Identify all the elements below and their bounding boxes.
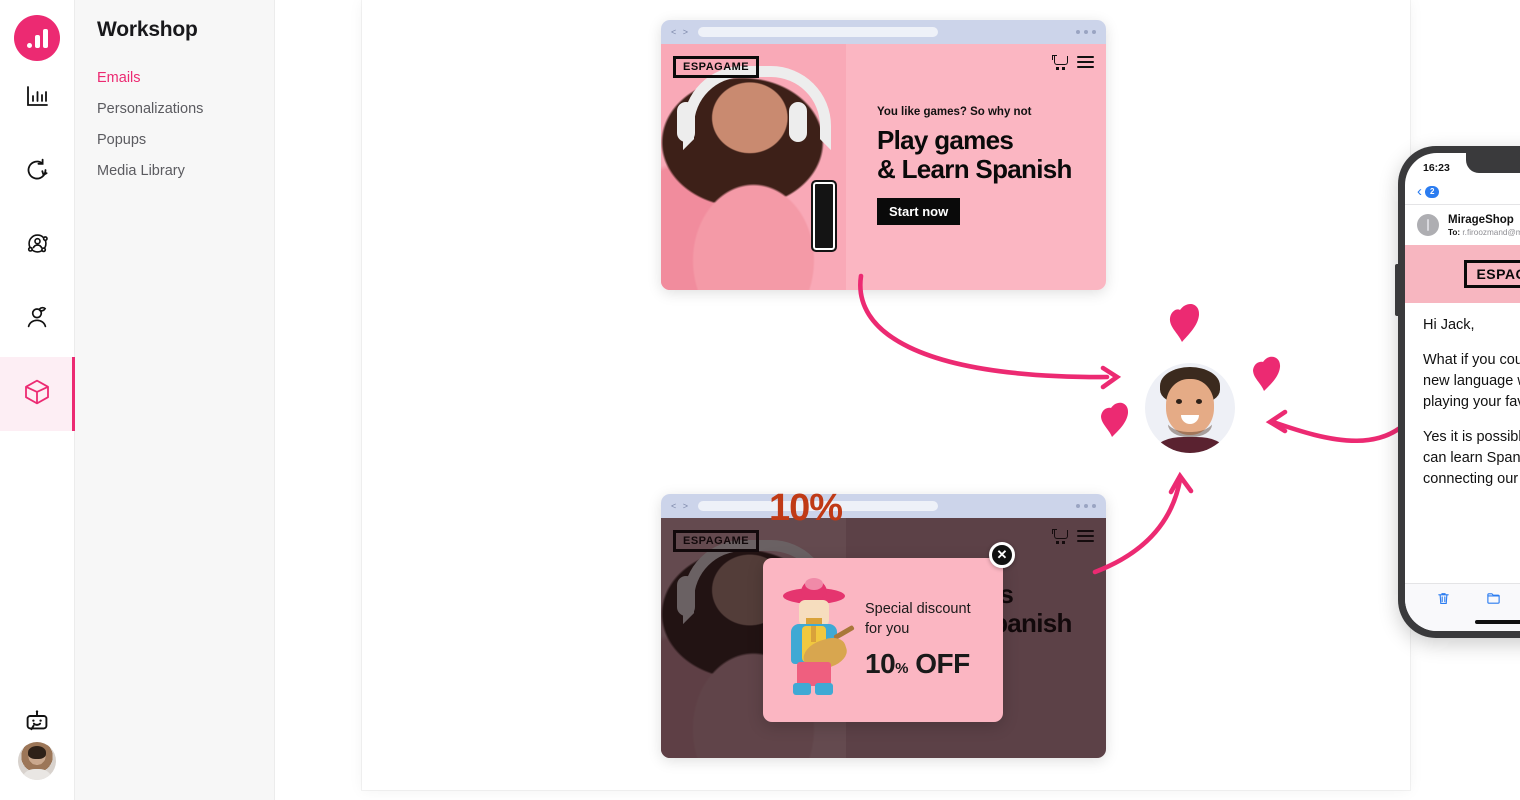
browser-menu-dots-icon[interactable] [1076, 30, 1096, 34]
rail-item-assistant[interactable] [0, 709, 75, 742]
hero-copy: You like games? So why not Play games & … [877, 106, 1106, 226]
popup-line-2: for you [865, 621, 910, 637]
customer-profile-icon [24, 304, 51, 336]
browser-url-bar[interactable] [698, 27, 939, 37]
browser-chrome-bar: < > [661, 20, 1106, 44]
popup-offer-word: OFF [915, 647, 970, 679]
mail-nav-bar: ‹ 2 ^ ⌄ [1405, 179, 1520, 205]
popup-offer-pct: % [895, 659, 908, 677]
rail-item-analytics[interactable] [0, 61, 75, 135]
cart-icon[interactable] [1052, 55, 1068, 69]
phone-mockup[interactable]: 16:23 ‹ 2 ^ ⌄ [1395, 146, 1520, 638]
rail-item-workshop[interactable] [0, 357, 75, 431]
mail-paragraph-2: Yes it is possible. Now you can learn Sp… [1423, 429, 1520, 488]
mail-paragraph-greeting: Hi Jack, [1423, 317, 1475, 333]
avatar[interactable] [18, 742, 56, 780]
recipient-line[interactable]: To: r.firoozmand@me.com › [1448, 228, 1520, 237]
browser-menu-dots-icon-2[interactable] [1076, 504, 1096, 508]
brand-badge: ESPAGAME [673, 56, 760, 78]
brand-logo[interactable] [14, 15, 60, 61]
to-label: To: [1448, 228, 1461, 237]
sidebar-item-personalizations[interactable]: Personalizations [97, 93, 274, 124]
unread-badge[interactable]: 2 [1425, 185, 1440, 198]
phone-notch [1466, 153, 1520, 173]
mail-header: MirageShop To: r.firoozmand@me.com › 8.0… [1405, 205, 1520, 245]
popup-offer-number: 10 [865, 647, 896, 679]
sidebar: Workshop Emails Personalizations Popups … [75, 0, 275, 800]
bar-chart-icon [24, 83, 50, 114]
menu-hamburger-icon-2[interactable] [1077, 530, 1094, 542]
audience-network-icon [24, 230, 51, 262]
sender-info: MirageShop To: r.firoozmand@me.com › [1448, 214, 1520, 237]
recipient-avatar [1145, 363, 1235, 453]
mail-brand-banner: ESPAGAME [1405, 245, 1520, 303]
popup-line-1: Special discount [865, 601, 971, 618]
sidebar-item-media-library[interactable]: Media Library [97, 155, 274, 186]
cube-icon [22, 377, 52, 412]
sender-avatar [1417, 214, 1439, 236]
trash-icon[interactable] [1436, 591, 1451, 606]
popup-copy: Special discount for you 10% OFF [865, 600, 971, 679]
mail-brand-badge: ESPAGAME [1464, 260, 1520, 288]
start-now-button[interactable]: Start now [877, 198, 961, 226]
brand-badge-2: ESPAGAME [673, 530, 760, 552]
artboard: < > ESPAGAME You like games? So why not … [275, 0, 1520, 800]
close-icon[interactable]: ✕ [989, 542, 1015, 568]
folder-icon[interactable] [1486, 591, 1501, 606]
rail-item-audience[interactable] [0, 209, 75, 283]
browser-nav-arrows-icon[interactable]: < > [671, 27, 690, 37]
popup-offer: 10% OFF [865, 648, 971, 680]
page-header-icons-2 [1052, 529, 1094, 543]
robot-icon [23, 709, 51, 742]
canvas-area: < > ESPAGAME You like games? So why not … [275, 0, 1520, 800]
rail-item-automation[interactable] [0, 135, 75, 209]
home-indicator [1405, 613, 1520, 631]
browser-mockup-email[interactable]: < > ESPAGAME You like games? So why not … [661, 20, 1106, 290]
discount-popup[interactable]: ✕ Special discount for you 10% OFF [763, 542, 1015, 722]
sidebar-item-popups[interactable]: Popups [97, 124, 274, 155]
browser-nav-arrows-icon-2[interactable]: < > [671, 501, 690, 511]
model-photo [661, 44, 846, 290]
mariachi-illustration [777, 578, 855, 700]
refresh-cycle-icon [24, 157, 50, 188]
cart-icon-2[interactable] [1052, 529, 1068, 543]
status-time: 16:23 [1423, 162, 1450, 174]
back-icon[interactable]: ‹ [1417, 184, 1422, 199]
rail-item-customers[interactable] [0, 283, 75, 357]
discount-overflow-text: 10% [769, 487, 843, 529]
browser-chrome-bar-2: < > [661, 494, 1106, 518]
hero-kicker: You like games? So why not [877, 106, 1032, 118]
app-root: Workshop Emails Personalizations Popups … [0, 0, 1520, 800]
email-page-preview: ESPAGAME You like games? So why not Play… [661, 44, 1106, 290]
mail-body: Hi Jack, What if you could learn a new l… [1405, 303, 1520, 583]
menu-hamburger-icon[interactable] [1077, 56, 1094, 68]
icon-rail [0, 0, 75, 800]
mail-paragraph-1: What if you could learn a new language w… [1423, 352, 1520, 411]
hero-headline-line2: & Learn Spanish [877, 154, 1072, 185]
phone-prop-image [811, 180, 837, 252]
sidebar-item-emails[interactable]: Emails [97, 62, 274, 93]
page-title: Workshop [97, 18, 198, 41]
phone-screen: 16:23 ‹ 2 ^ ⌄ [1405, 153, 1520, 631]
mail-toolbar [1405, 583, 1520, 613]
to-address: r.firoozmand@me.com [1462, 228, 1520, 237]
sender-name: MirageShop [1448, 214, 1514, 226]
rail-item-account[interactable] [0, 742, 75, 800]
hero-headline-line1: Play games [877, 125, 1014, 155]
page-header-icons [1052, 55, 1094, 69]
